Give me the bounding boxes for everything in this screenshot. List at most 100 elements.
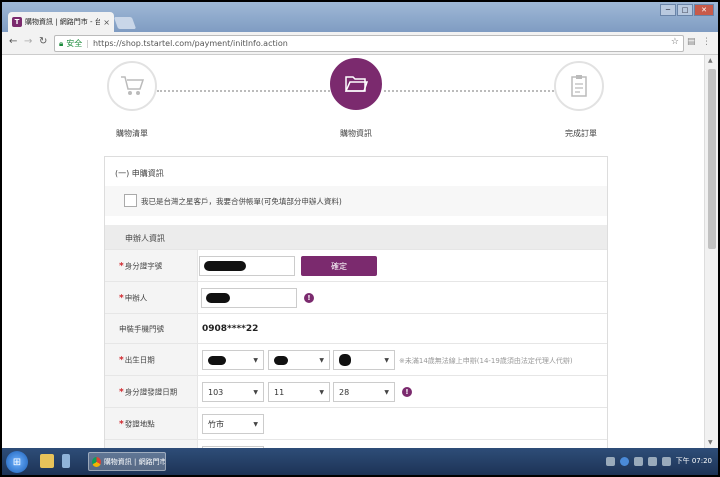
step-connector <box>157 90 330 92</box>
chevron-down-icon: ▼ <box>253 356 258 364</box>
issue-month-select[interactable]: 11 ▼ <box>268 382 330 402</box>
taskbar-chrome-app[interactable]: 購物資訊 | 網路門市... <box>88 452 166 471</box>
flag-icon[interactable] <box>647 456 657 466</box>
browser-toolbar: ← → ↻ 🔒︎ 安全 | https://shop.tstartel.com/… <box>2 32 718 55</box>
birth-day-select[interactable]: ▼ <box>333 350 395 370</box>
step-cart-icon <box>107 61 157 111</box>
clock[interactable]: 下午 07:20 <box>676 456 712 466</box>
step-label-info: 購物資訊 <box>340 129 372 138</box>
extension-icon[interactable]: ▤ <box>687 37 696 47</box>
phone-number-value: 0908****22 <box>202 324 259 334</box>
phone-label: 申裝手機門號 <box>119 324 164 334</box>
applicant-info-header: 申辦人資訊 <box>105 225 607 249</box>
form-row-applicant: *申辦人 ! <box>105 281 607 314</box>
keyboard-icon[interactable] <box>605 456 615 466</box>
folder-icon <box>344 76 369 92</box>
chevron-down-icon: ▼ <box>253 388 258 396</box>
redacted-value <box>274 355 288 365</box>
help-icon[interactable] <box>619 456 629 466</box>
page-content: 購物清單 購物資訊 完成訂單 (一) 申購資訊 我已是台灣之星客戶，我要合併帳單… <box>2 55 704 448</box>
close-window-button[interactable]: ✕ <box>694 4 714 16</box>
required-mark: * <box>119 261 124 272</box>
age-note: ※未滿14歲無法線上申辦(14-19歲須由法定代理人代辦) <box>399 357 573 365</box>
screen: T 購物資訊 | 網路門市 - 台 × ─ □ ✕ ← → ↻ 🔒︎ 安全 | … <box>2 2 718 475</box>
scroll-up-icon[interactable]: ▲ <box>708 57 713 64</box>
step-label-complete: 完成訂單 <box>565 129 597 138</box>
chrome-icon <box>92 456 101 467</box>
maximize-button[interactable]: □ <box>677 4 693 16</box>
step-label-cart: 購物清單 <box>116 129 148 138</box>
tab-title: 購物資訊 | 網路門市 - 台 <box>25 18 101 26</box>
explorer-icon[interactable] <box>40 454 54 468</box>
form-row-issue-place: *發證地點 竹市 ▼ <box>105 407 607 440</box>
volume-icon[interactable] <box>661 456 671 466</box>
windows-taskbar: ⊞ 購物資訊 | 網路門市... 下午 07:20 <box>2 448 718 475</box>
url-text: https://shop.tstartel.com/payment/initIn… <box>92 39 288 48</box>
lock-icon: 🔒︎ <box>59 38 64 48</box>
address-bar[interactable]: 🔒︎ 安全 | https://shop.tstartel.com/paymen… <box>54 35 684 52</box>
scrollbar-thumb[interactable] <box>708 69 716 249</box>
form-row-phone: 申裝手機門號 0908****22 <box>105 313 607 344</box>
form-row-birthday: *出生日期 ▼ ▼ ▼ ※未滿14歲無法線上申辦(14-19歲須由法定代理人代辦… <box>105 343 607 376</box>
network-icon[interactable] <box>633 456 643 466</box>
cart-icon <box>121 76 145 95</box>
id-number-input[interactable] <box>199 256 295 276</box>
step-connector <box>384 90 554 92</box>
required-mark: * <box>119 387 124 398</box>
forward-arrow-icon[interactable]: → <box>24 36 32 47</box>
chevron-down-icon: ▼ <box>384 356 389 364</box>
browser-titlebar: T 購物資訊 | 網路門市 - 台 × ─ □ ✕ <box>2 2 718 32</box>
form-row-id-number: *身分證字號 確定 <box>105 249 607 282</box>
merge-bill-checkbox[interactable] <box>124 194 137 207</box>
required-mark: * <box>119 355 124 366</box>
info-icon[interactable]: ! <box>402 387 412 397</box>
taskbar-pinned-icon[interactable] <box>62 454 70 468</box>
issue-day-select[interactable]: 28 ▼ <box>333 382 395 402</box>
chevron-down-icon: ▼ <box>319 388 324 396</box>
tab-close-icon[interactable]: × <box>103 18 110 27</box>
merge-bill-label: 我已是台灣之星客戶，我要合併帳單(可免填部分申辦人資料) <box>141 197 342 206</box>
browser-tab[interactable]: T 購物資訊 | 網路門市 - 台 × <box>8 12 114 32</box>
field-label-cell: *身分證發證日期 <box>105 376 198 408</box>
birth-month-select[interactable]: ▼ <box>268 350 330 370</box>
field-label-cell: *申辦人 <box>105 282 198 314</box>
field-label-cell: *身分證字號 <box>105 250 198 282</box>
step-folder-icon <box>330 58 382 110</box>
issue-year-select[interactable]: 103 ▼ <box>202 382 264 402</box>
id-number-label: 身分證字號 <box>124 261 163 271</box>
applicant-label: 申辦人 <box>124 293 148 303</box>
reload-icon[interactable]: ↻ <box>39 36 47 47</box>
minimize-button[interactable]: ─ <box>660 4 676 16</box>
issue-place-select[interactable]: 竹市 ▼ <box>202 414 264 434</box>
issue-day-value: 28 <box>339 387 350 397</box>
clipboard-icon <box>571 75 587 97</box>
new-tab-button[interactable] <box>113 17 137 29</box>
address-separator: | <box>86 39 89 48</box>
field-label-cell: 申裝手機門號 <box>105 314 198 344</box>
system-tray: 下午 07:20 <box>605 456 712 466</box>
window-controls: ─ □ ✕ <box>660 4 714 16</box>
back-arrow-icon[interactable]: ← <box>9 36 17 47</box>
merge-bill-row: 我已是台灣之星客戶，我要合併帳單(可免填部分申辦人資料) <box>105 186 607 216</box>
redacted-value <box>204 261 246 271</box>
applicant-name-input[interactable] <box>201 288 297 308</box>
info-icon[interactable]: ! <box>304 293 314 303</box>
birth-year-select[interactable]: ▼ <box>202 350 264 370</box>
required-mark: * <box>119 419 124 430</box>
issue-month-value: 11 <box>274 387 285 397</box>
vertical-scrollbar[interactable]: ▲ ▼ <box>704 55 718 448</box>
bookmark-star-icon[interactable]: ☆ <box>671 37 679 47</box>
scroll-down-icon[interactable]: ▼ <box>708 439 713 446</box>
field-label-cell: *出生日期 <box>105 344 198 376</box>
confirm-button[interactable]: 確定 <box>301 256 377 276</box>
issue-place-label: 發證地點 <box>124 419 155 429</box>
field-label-cell: *發證地點 <box>105 408 198 440</box>
applicant-info-title: 申辦人資訊 <box>125 234 165 243</box>
chevron-down-icon: ▼ <box>253 420 258 428</box>
redacted-value <box>339 354 351 366</box>
menu-icon[interactable]: ⋮ <box>702 37 711 47</box>
redacted-value <box>206 293 230 303</box>
id-issue-date-label: 身分證發證日期 <box>124 387 178 397</box>
start-button[interactable]: ⊞ <box>6 451 28 473</box>
chevron-down-icon: ▼ <box>384 388 389 396</box>
